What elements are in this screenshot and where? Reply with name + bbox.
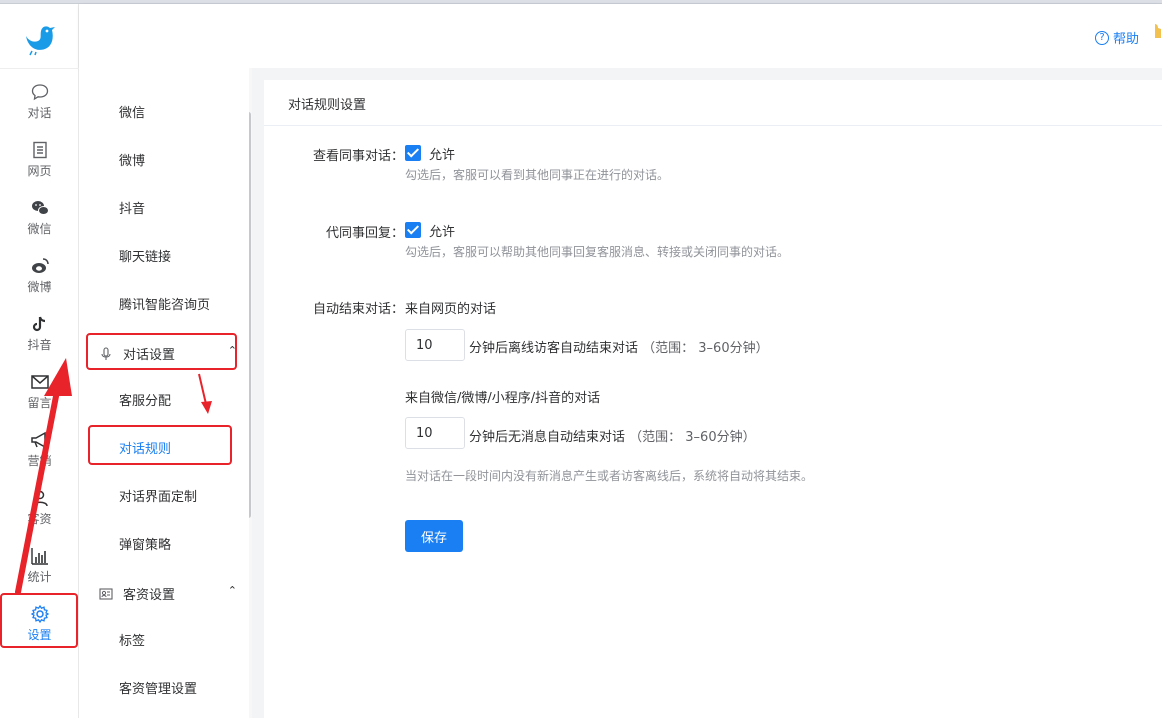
webpage-icon: [32, 141, 47, 159]
social-timeout-desc-text: 分钟后无消息自动结束对话: [469, 430, 626, 445]
rail-item-marketing[interactable]: 营销: [0, 430, 79, 482]
rail-item-webpage[interactable]: 网页: [0, 140, 79, 192]
mail-icon: [30, 375, 49, 389]
submenu-item-chat-link[interactable]: 聊天链接: [119, 246, 171, 265]
rail-item-label: 客资: [27, 512, 52, 526]
view-colleague-hint: 勾选后，客服可以看到其他同事正在进行的对话。: [405, 168, 670, 182]
auto-end-social-title: 来自微信/微博/小程序/抖音的对话: [405, 391, 601, 406]
auto-end-web-title: 来自网页的对话: [405, 302, 497, 317]
chat-rules-card: 对话规则设置 查看同事对话： 允许 勾选后，客服可以看到其他同事正在进行的对话。…: [264, 80, 1162, 718]
submenu-group-label: 客资设置: [123, 588, 176, 603]
rail-item-label: 统计: [27, 570, 52, 584]
megaphone-icon: [30, 431, 46, 449]
auto-end-label: 自动结束对话：: [312, 302, 404, 317]
chevron-up-icon: ⌃: [227, 584, 237, 597]
social-timeout-input[interactable]: [405, 417, 465, 449]
bird-logo-icon: [26, 26, 55, 56]
reply-colleague-hint: 勾选后，客服可以帮助其他同事回复客服消息、转接或关闭同事的对话。: [405, 245, 790, 259]
settings-submenu: 微信 微博 抖音 聊天链接 腾讯智能咨询页 对话设置 ⌃ 客服分配 对话规则 对…: [79, 68, 249, 718]
help-label: 帮助: [1113, 32, 1140, 47]
web-timeout-range: （范围： 3–60分钟）: [642, 341, 769, 356]
rail-item-label: 对话: [27, 106, 52, 120]
help-link[interactable]: ? 帮助: [1095, 28, 1139, 47]
web-timeout-input[interactable]: [405, 329, 465, 361]
rail-item-weibo[interactable]: 微博: [0, 256, 79, 308]
top-header: ? 帮助: [79, 4, 1162, 68]
rail-item-stats[interactable]: 统计: [0, 546, 79, 598]
annotation-box-chat-settings: [86, 333, 237, 370]
rail-item-message[interactable]: 留言: [0, 372, 79, 424]
submenu-group-lead-settings[interactable]: 客资设置 ⌃: [99, 584, 245, 603]
weibo-icon: [31, 258, 49, 273]
question-circle-icon: ?: [1095, 30, 1109, 45]
rail-item-leads[interactable]: 客资: [0, 488, 79, 540]
view-colleague-checkbox[interactable]: [405, 145, 421, 161]
submenu-item-tencent-consult-page[interactable]: 腾讯智能咨询页: [119, 294, 210, 313]
view-colleague-option[interactable]: 允许: [429, 144, 455, 163]
bar-chart-icon: [30, 548, 48, 565]
rail-item-label: 微信: [27, 222, 52, 236]
submenu-item-popup-strategy[interactable]: 弹窗策略: [119, 534, 171, 553]
social-timeout-desc: 分钟后无消息自动结束对话 （范围： 3–60分钟）: [469, 426, 756, 445]
rail-item-label: 营销: [27, 454, 52, 468]
auto-end-note: 当对话在一段时间内没有新消息产生或者访客离线后，系统将自动将其结束。: [405, 469, 814, 483]
rail-divider: [0, 68, 79, 69]
reply-colleague-option[interactable]: 允许: [429, 221, 455, 240]
rail-item-label: 微博: [27, 280, 52, 294]
contact-card-icon: [99, 587, 113, 600]
wechat-icon: [31, 201, 49, 215]
view-colleague-label: 查看同事对话：: [312, 149, 404, 164]
rail-item-label: 网页: [27, 164, 52, 178]
card-title: 对话规则设置: [288, 98, 367, 113]
annotation-box-chat-rules: [88, 425, 232, 465]
reply-colleague-checkbox[interactable]: [405, 222, 421, 238]
submenu-item-douyin[interactable]: 抖音: [119, 198, 145, 217]
web-timeout-desc-text: 分钟后离线访客自动结束对话: [469, 341, 639, 356]
user-icon: [31, 490, 48, 507]
rail-item-douyin[interactable]: 抖音: [0, 314, 79, 366]
web-timeout-desc: 分钟后离线访客自动结束对话 （范围： 3–60分钟）: [469, 337, 769, 356]
save-button[interactable]: 保存: [405, 520, 463, 552]
submenu-item-weibo[interactable]: 微博: [119, 150, 145, 169]
rail-item-label: 抖音: [27, 338, 52, 352]
card-divider: [264, 125, 1162, 126]
submenu-item-chat-ui-custom[interactable]: 对话界面定制: [119, 486, 197, 505]
rail-item-label: 留言: [27, 396, 52, 410]
submenu-item-agent-assignment[interactable]: 客服分配: [119, 390, 171, 409]
rail-item-chat[interactable]: 对话: [0, 82, 79, 134]
hand-icon: [1155, 24, 1161, 38]
douyin-icon: [32, 316, 45, 332]
submenu-item-tags[interactable]: 标签: [119, 630, 145, 649]
submenu-item-lead-management[interactable]: 客资管理设置: [119, 678, 197, 697]
chat-bubble-icon: [31, 84, 48, 101]
rail-item-wechat[interactable]: 微信: [0, 198, 79, 250]
annotation-box-settings: [0, 593, 78, 648]
submenu-item-wechat[interactable]: 微信: [119, 102, 145, 121]
reply-colleague-label: 代同事回复：: [325, 226, 404, 241]
social-timeout-range: （范围： 3–60分钟）: [629, 430, 756, 445]
